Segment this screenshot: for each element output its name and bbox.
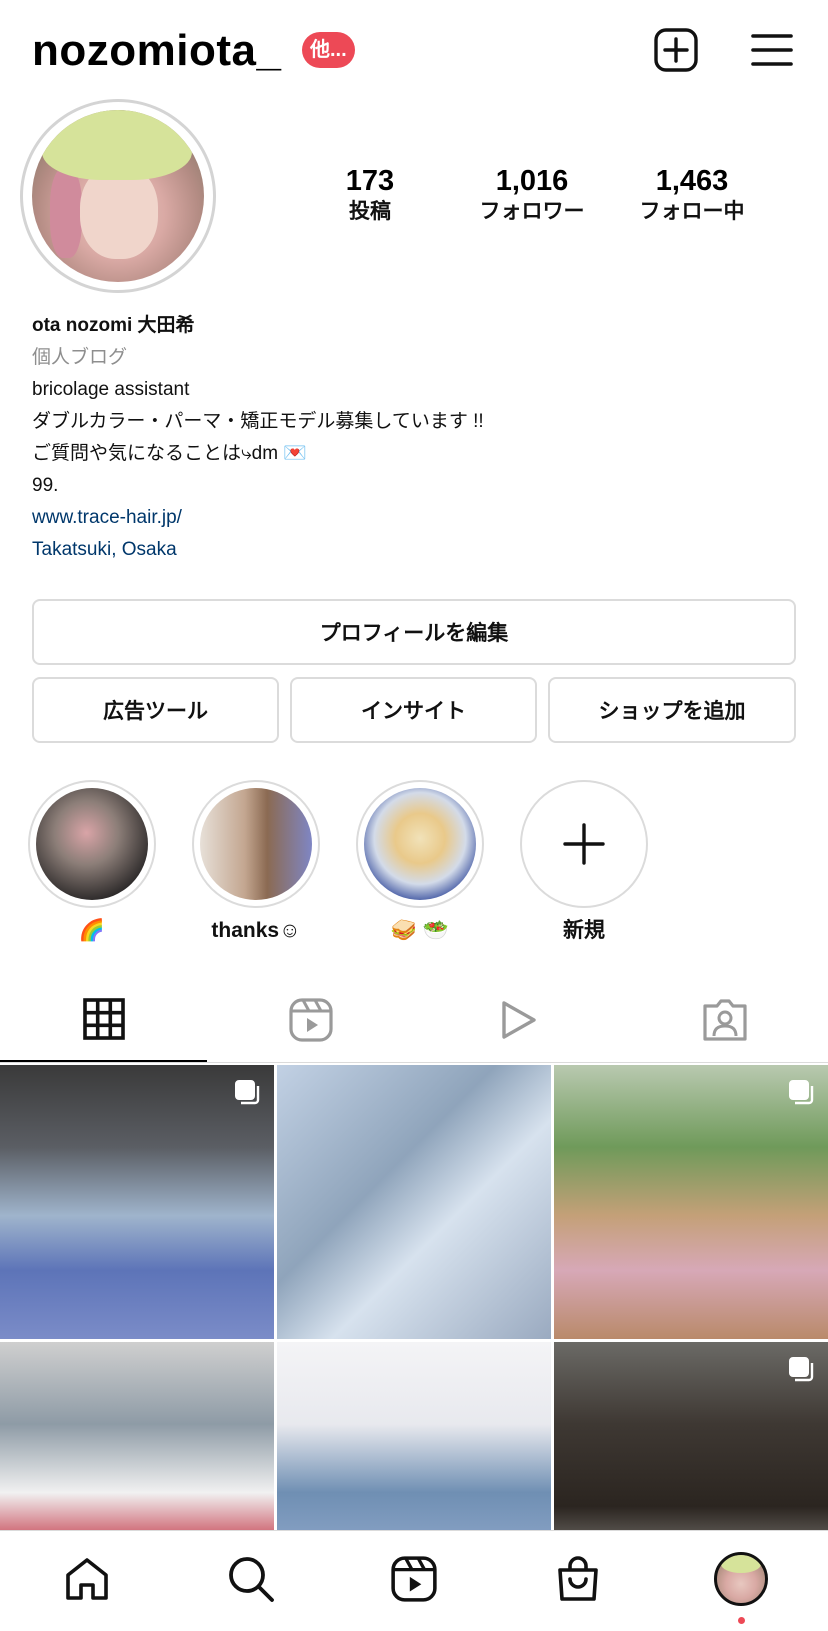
add-square-icon <box>654 28 698 72</box>
play-icon <box>501 1001 536 1039</box>
nav-reels[interactable] <box>386 1551 442 1607</box>
tabs-divider <box>0 1062 828 1063</box>
hamburger-menu-icon <box>751 34 793 66</box>
bio-line-2: ダブルカラー・パーマ・矯正モデル募集しています !! <box>32 411 484 432</box>
highlight-cover <box>364 788 476 900</box>
profile-photo <box>32 110 204 282</box>
profile-tabs <box>0 978 828 1064</box>
highlight-cover <box>36 788 148 900</box>
username-title[interactable]: nozomiota_ <box>32 26 281 76</box>
search-icon <box>229 1557 274 1602</box>
notification-dot <box>738 1617 745 1624</box>
bio-line-3: ご質問や気になることは⤷dm 💌 <box>32 443 307 464</box>
nav-search[interactable] <box>223 1551 279 1607</box>
following-stat[interactable]: 1,463 フォロー中 <box>622 164 762 226</box>
account-switch-badge[interactable]: 他... <box>302 32 355 68</box>
highlight-label: 🌈 <box>78 919 106 942</box>
highlight-label: 新規 <box>563 919 605 942</box>
posts-grid <box>0 1065 828 1565</box>
new-highlight-button[interactable]: 新規 <box>520 780 648 946</box>
tagged-person-icon <box>702 999 747 1041</box>
multiple-photos-icon <box>789 1357 814 1382</box>
following-count: 1,463 <box>655 165 729 197</box>
tab-videos[interactable] <box>414 978 621 1062</box>
home-icon <box>66 1558 108 1600</box>
reels-icon <box>391 1556 437 1602</box>
followers-count: 1,016 <box>495 165 569 197</box>
plus-icon <box>563 823 605 865</box>
create-post-button[interactable] <box>652 26 700 74</box>
reels-icon <box>288 998 333 1042</box>
display-name: ota nozomi 大田希 <box>32 315 195 336</box>
add-shop-button[interactable]: ショップを追加 <box>548 677 796 743</box>
highlight-label: thanks☺︎ <box>211 919 301 942</box>
post-thumbnail[interactable] <box>277 1065 551 1339</box>
multiple-photos-icon <box>789 1080 814 1105</box>
profile-avatar[interactable] <box>20 99 216 293</box>
insights-button[interactable]: インサイト <box>290 677 537 743</box>
menu-button[interactable] <box>748 26 796 74</box>
followers-label: フォロワー <box>479 200 585 223</box>
posts-label: 投稿 <box>349 200 391 223</box>
tab-tagged[interactable] <box>621 978 828 1062</box>
highlight-item[interactable]: 🌈 <box>28 780 156 946</box>
highlight-cover <box>200 788 312 900</box>
location-link[interactable]: Takatsuki, Osaka <box>32 534 792 566</box>
posts-stat[interactable]: 173 投稿 <box>330 164 410 226</box>
highlight-item[interactable]: thanks☺︎ <box>192 780 320 946</box>
profile-header: nozomiota_ 他... <box>0 0 828 100</box>
tab-posts-grid[interactable] <box>0 978 207 1062</box>
account-category: 個人ブログ <box>32 347 128 368</box>
website-link[interactable]: www.trace-hair.jp/ <box>32 502 792 534</box>
multiple-photos-icon <box>235 1080 260 1105</box>
post-thumbnail[interactable] <box>0 1065 274 1339</box>
profile-bio: ota nozomi 大田希 個人ブログ bricolage assistant… <box>32 310 792 566</box>
tab-reels[interactable] <box>207 978 414 1062</box>
ad-tools-button[interactable]: 広告ツール <box>32 677 279 743</box>
following-label: フォロー中 <box>639 200 745 223</box>
bio-line-1: bricolage assistant <box>32 379 190 400</box>
grid-icon <box>82 998 125 1040</box>
highlight-item[interactable]: 🥪 🥗 <box>356 780 484 946</box>
bottom-navigation <box>0 1530 828 1631</box>
nav-shop[interactable] <box>550 1551 606 1607</box>
followers-stat[interactable]: 1,016 フォロワー <box>462 164 602 226</box>
post-thumbnail[interactable] <box>554 1065 828 1339</box>
nav-home[interactable] <box>59 1551 115 1607</box>
posts-count: 173 <box>345 165 395 197</box>
bio-line-4: 99. <box>32 475 59 496</box>
edit-profile-button[interactable]: プロフィールを編集 <box>32 599 796 665</box>
shopping-bag-icon <box>558 1556 598 1601</box>
nav-profile[interactable] <box>713 1551 769 1607</box>
profile-avatar-small <box>714 1552 768 1606</box>
highlight-label: 🥪 🥗 <box>390 919 450 942</box>
